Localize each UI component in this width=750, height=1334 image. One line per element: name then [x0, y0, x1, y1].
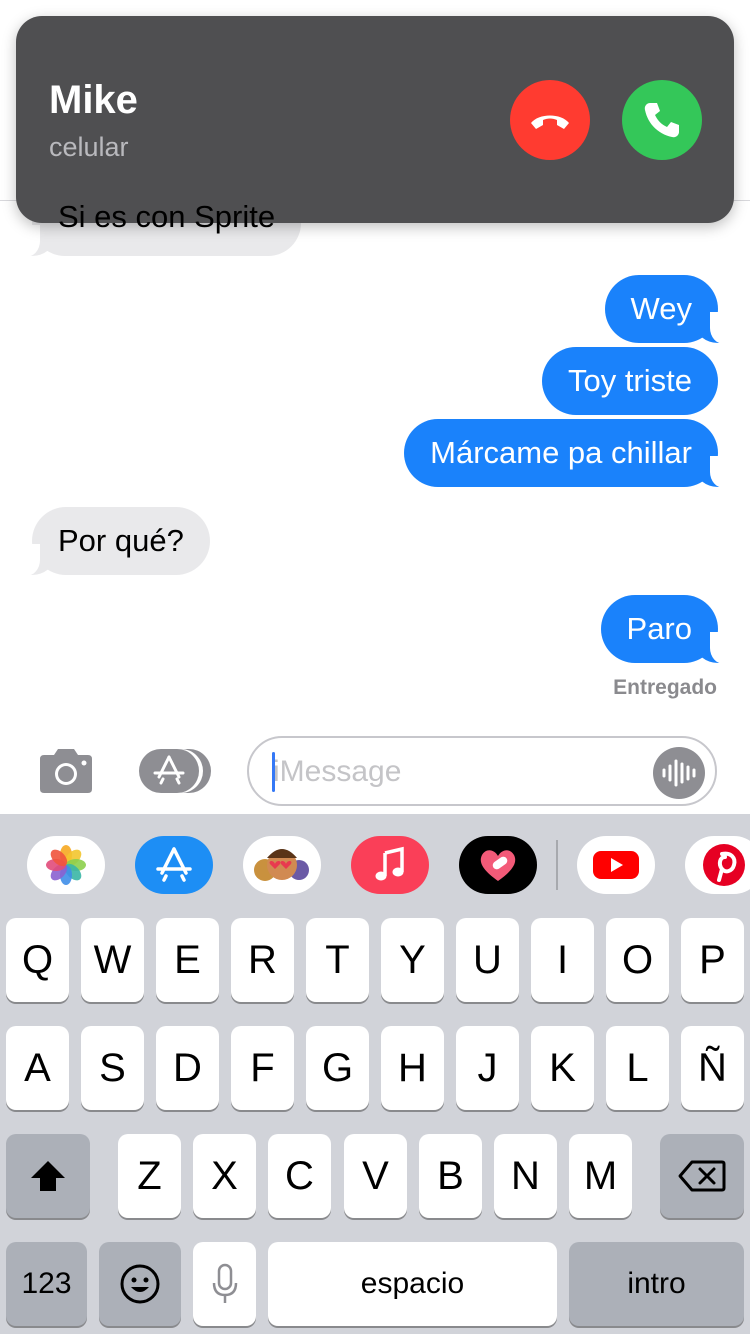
photos-app-button[interactable]	[27, 836, 105, 894]
key-t[interactable]: T	[306, 918, 369, 1002]
key-i[interactable]: I	[531, 918, 594, 1002]
youtube-app-icon	[593, 851, 639, 879]
key-x[interactable]: X	[193, 1134, 256, 1218]
key-b[interactable]: B	[419, 1134, 482, 1218]
decline-call-button[interactable]	[510, 80, 590, 160]
message-text: Por qué?	[58, 523, 184, 558]
key-u[interactable]: U	[456, 918, 519, 1002]
key-q[interactable]: Q	[6, 918, 69, 1002]
key-o[interactable]: O	[606, 918, 669, 1002]
pinterest-app-button[interactable]	[685, 836, 750, 894]
music-app-icon	[375, 846, 404, 881]
key-s[interactable]: S	[81, 1026, 144, 1110]
key-f[interactable]: F	[231, 1026, 294, 1110]
text-caret	[272, 752, 275, 792]
return-key[interactable]: intro	[569, 1242, 744, 1326]
message-field[interactable]	[247, 736, 717, 806]
memoji-app-icon	[254, 849, 309, 881]
phone-accept-icon	[644, 103, 679, 138]
key-j[interactable]: J	[456, 1026, 519, 1110]
caller-label: celular	[49, 132, 129, 162]
message-text: Paro	[626, 611, 692, 646]
key-d[interactable]: D	[156, 1026, 219, 1110]
message-incoming[interactable]: Si es con Sprite	[13, 190, 302, 257]
message-outgoing[interactable]: Wey	[604, 275, 737, 344]
message-text: Márcame pa chillar	[430, 435, 692, 470]
key-p[interactable]: P	[681, 918, 744, 1002]
message-incoming[interactable]: Por qué?	[14, 507, 210, 576]
message-text: Si es con Sprite	[58, 199, 276, 234]
phone-decline-icon	[531, 115, 569, 129]
caller-name: Mike	[49, 78, 138, 122]
delete-key[interactable]	[660, 1134, 744, 1218]
delivery-status: Entregado	[613, 676, 717, 699]
message-outgoing[interactable]: Paro	[600, 595, 737, 664]
app-store-app-button[interactable]	[135, 836, 213, 894]
key-g[interactable]: G	[306, 1026, 369, 1110]
app-strip-separator	[556, 840, 558, 890]
memoji-app-button[interactable]	[243, 836, 321, 894]
message-input[interactable]	[273, 750, 643, 794]
keyboard: Q W E R T Y U I O P A S D F G H J K L Ñ …	[0, 814, 750, 1334]
key-n[interactable]: N	[494, 1134, 557, 1218]
audio-waveform-icon	[662, 759, 696, 787]
message-outgoing[interactable]: Márcame pa chillar	[404, 419, 736, 488]
shift-key[interactable]	[6, 1134, 90, 1218]
camera-icon	[40, 749, 92, 793]
key-y[interactable]: Y	[381, 918, 444, 1002]
key-z[interactable]: Z	[118, 1134, 181, 1218]
dictation-key[interactable]	[193, 1242, 256, 1326]
key-n-tilde[interactable]: Ñ	[681, 1026, 744, 1110]
photos-app-icon	[46, 845, 86, 885]
key-h[interactable]: H	[381, 1026, 444, 1110]
shift-icon	[31, 1161, 65, 1191]
space-key[interactable]: espacio	[268, 1242, 557, 1326]
app-drawer	[0, 814, 750, 914]
accept-call-button[interactable]	[622, 80, 702, 160]
emoji-key[interactable]	[99, 1242, 181, 1326]
key-w[interactable]: W	[81, 918, 144, 1002]
apps-button[interactable]	[139, 747, 213, 795]
composer-row	[0, 730, 750, 814]
message-text: Wey	[630, 291, 692, 326]
key-a[interactable]: A	[6, 1026, 69, 1110]
heart-app-icon	[480, 850, 516, 881]
key-r[interactable]: R	[231, 918, 294, 1002]
message-outgoing[interactable]: Toy triste	[541, 347, 718, 415]
pinterest-app-icon	[703, 844, 745, 886]
key-l[interactable]: L	[606, 1026, 669, 1110]
youtube-app-button[interactable]	[577, 836, 655, 894]
audio-message-button[interactable]	[653, 747, 705, 799]
key-v[interactable]: V	[344, 1134, 407, 1218]
emoji-icon	[120, 1264, 160, 1304]
numbers-key[interactable]: 123	[6, 1242, 87, 1326]
incoming-call-banner[interactable]: Mike celular	[16, 16, 734, 223]
delete-icon	[678, 1160, 726, 1192]
microphone-icon	[212, 1263, 237, 1303]
camera-button[interactable]	[36, 747, 96, 795]
heart-app-button[interactable]	[459, 836, 537, 894]
key-c[interactable]: C	[268, 1134, 331, 1218]
message-text: Toy triste	[567, 363, 692, 398]
music-app-button[interactable]	[351, 836, 429, 894]
key-e[interactable]: E	[156, 918, 219, 1002]
key-k[interactable]: K	[531, 1026, 594, 1110]
app-store-icon	[139, 749, 211, 793]
app-store-app-icon	[156, 847, 192, 882]
key-m[interactable]: M	[569, 1134, 632, 1218]
